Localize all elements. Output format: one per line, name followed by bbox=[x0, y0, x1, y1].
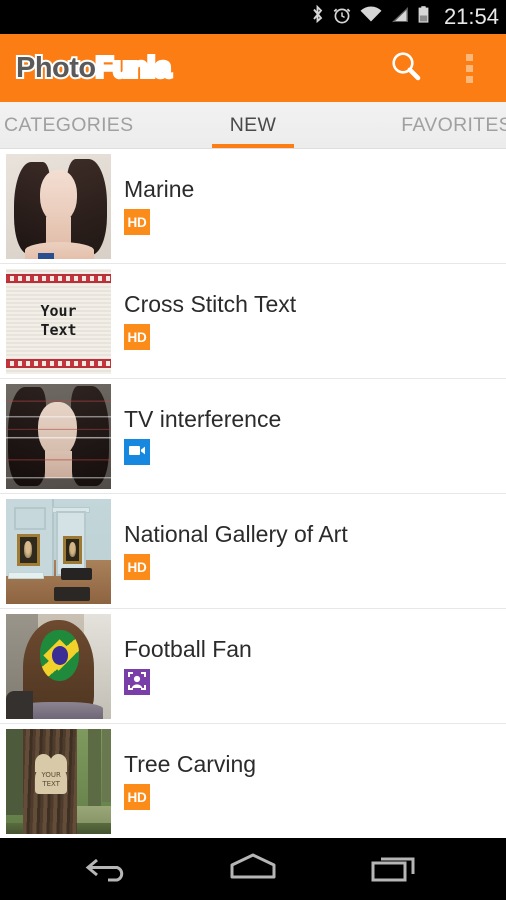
thumbnail-football-fan bbox=[6, 614, 111, 719]
cellular-signal-icon bbox=[390, 4, 410, 30]
logo-text-funia: Funia bbox=[96, 52, 171, 84]
list-item-body: Football Fan bbox=[124, 637, 506, 695]
hd-badge: HD bbox=[124, 209, 150, 235]
search-button[interactable] bbox=[386, 48, 426, 88]
recents-button[interactable] bbox=[359, 846, 431, 892]
overflow-dot-3 bbox=[466, 76, 473, 83]
status-bar: 21:54 bbox=[0, 0, 506, 34]
list-item[interactable]: National Gallery of Art HD bbox=[0, 494, 506, 609]
thumbnail-carving-text: YOUR TEXT bbox=[33, 771, 69, 789]
tab-categories[interactable]: CATEGORIES bbox=[0, 102, 180, 148]
list-item-body: TV interference bbox=[124, 407, 506, 465]
search-icon bbox=[389, 49, 423, 88]
tab-new[interactable]: NEW bbox=[180, 102, 326, 148]
tab-new-label: NEW bbox=[230, 114, 276, 137]
home-icon bbox=[224, 850, 282, 889]
face-detection-icon bbox=[127, 671, 147, 694]
face-detection-badge bbox=[124, 669, 150, 695]
tab-bar: CATEGORIES NEW FAVORITES bbox=[0, 102, 506, 149]
video-camera-icon bbox=[128, 444, 146, 460]
overflow-dot-1 bbox=[466, 54, 473, 61]
overflow-dot-2 bbox=[466, 65, 473, 72]
list-item-title: National Gallery of Art bbox=[124, 522, 506, 546]
android-navigation-bar bbox=[0, 838, 506, 900]
list-item-body: Tree Carving HD bbox=[124, 752, 506, 810]
list-item-body: Cross Stitch Text HD bbox=[124, 292, 506, 350]
list-item-title: TV interference bbox=[124, 407, 506, 431]
bluetooth-icon bbox=[310, 4, 325, 30]
thumbnail-national-gallery-of-art bbox=[6, 499, 111, 604]
tab-favorites-label: FAVORITES bbox=[401, 114, 506, 137]
overflow-menu-button[interactable] bbox=[456, 48, 482, 88]
list-item-title: Football Fan bbox=[124, 637, 506, 661]
thumbnail-cross-stitch-text: Your Text bbox=[6, 269, 111, 374]
thumbnail-marine bbox=[6, 154, 111, 259]
back-icon bbox=[83, 850, 139, 889]
recents-icon bbox=[368, 850, 422, 889]
list-item[interactable]: Your Text Cross Stitch Text HD bbox=[0, 264, 506, 379]
home-button[interactable] bbox=[217, 846, 289, 892]
hd-badge: HD bbox=[124, 784, 150, 810]
app-bar: PhotoFunia bbox=[0, 34, 506, 102]
list-item[interactable]: Football Fan bbox=[0, 609, 506, 724]
hd-badge: HD bbox=[124, 324, 150, 350]
tab-favorites[interactable]: FAVORITES bbox=[326, 102, 506, 148]
list-item-title: Marine bbox=[124, 177, 506, 201]
effects-list: Marine HD Your Text Cross Stitch Text HD bbox=[0, 149, 506, 839]
list-item-title: Cross Stitch Text bbox=[124, 292, 506, 316]
list-item[interactable]: TV interference bbox=[0, 379, 506, 494]
list-item-body: National Gallery of Art HD bbox=[124, 522, 506, 580]
thumbnail-stitch-text: Your Text bbox=[6, 302, 111, 340]
list-item[interactable]: Marine HD bbox=[0, 149, 506, 264]
tab-categories-label: CATEGORIES bbox=[4, 114, 133, 137]
list-item-title: Tree Carving bbox=[124, 752, 506, 776]
back-button[interactable] bbox=[75, 846, 147, 892]
alarm-icon bbox=[332, 4, 352, 30]
wifi-icon bbox=[359, 4, 383, 30]
app-bar-actions bbox=[386, 48, 490, 88]
list-item[interactable]: YOUR TEXT Tree Carving HD bbox=[0, 724, 506, 839]
status-icon-group: 21:54 bbox=[310, 4, 499, 30]
thumbnail-tree-carving: YOUR TEXT bbox=[6, 729, 111, 834]
hd-badge: HD bbox=[124, 554, 150, 580]
phone-screen: 21:54 PhotoFunia bbox=[0, 0, 506, 900]
video-badge bbox=[124, 439, 150, 465]
app-logo[interactable]: PhotoFunia bbox=[12, 52, 175, 85]
thumbnail-tv-interference bbox=[6, 384, 111, 489]
battery-icon bbox=[417, 4, 430, 30]
list-item-body: Marine HD bbox=[124, 177, 506, 235]
status-clock: 21:54 bbox=[444, 6, 499, 28]
logo-text-photo: Photo bbox=[16, 52, 96, 84]
